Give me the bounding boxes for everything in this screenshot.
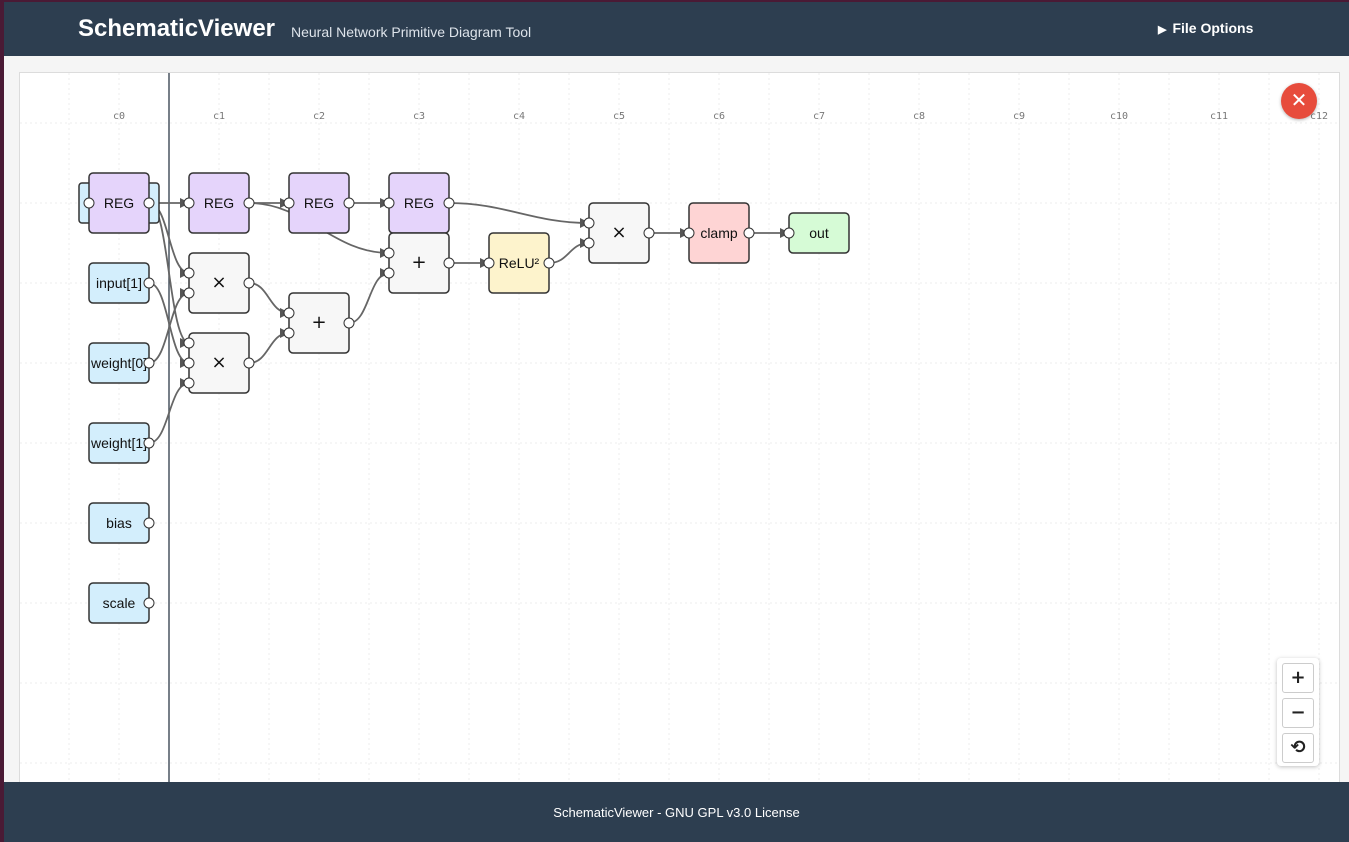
footer-text: SchematicViewer - GNU GPL v3.0 License	[553, 805, 800, 820]
input-port[interactable]	[283, 327, 295, 339]
column-label: c4	[513, 111, 525, 122]
node-reg2[interactable]: REG	[283, 172, 355, 234]
node-label: input[1]	[96, 275, 142, 291]
output-port[interactable]	[243, 357, 255, 369]
app-subtitle: Neural Network Primitive Diagram Tool	[291, 24, 532, 40]
column-label: c5	[613, 111, 625, 122]
column-label: c6	[713, 111, 725, 122]
diagram-canvas[interactable]: c0 c1 c2 c3 c4 c5 c6 c7 c8 c9 c10 c11 c12 REG input[1]…	[19, 72, 1340, 786]
triangle-right-icon: ▶	[1158, 24, 1167, 36]
zoom-in-button[interactable]: +	[1282, 663, 1314, 693]
input-port[interactable]	[483, 257, 495, 269]
output-port[interactable]	[143, 357, 155, 369]
input-port[interactable]	[583, 237, 595, 249]
node-scale[interactable]: scale	[88, 582, 155, 624]
output-port[interactable]	[143, 197, 155, 209]
node-mul1[interactable]: ×	[183, 252, 255, 314]
input-port[interactable]	[183, 267, 195, 279]
column-label: c8	[913, 111, 925, 122]
input-port[interactable]	[183, 197, 195, 209]
edge-add1-add2	[348, 268, 390, 324]
node-out[interactable]: out	[783, 212, 850, 254]
output-port[interactable]	[143, 437, 155, 449]
node-label: weight[0]	[90, 355, 147, 371]
node-label: REG	[304, 195, 334, 211]
node-label: clamp	[700, 225, 738, 241]
file-options-label: File Options	[1172, 20, 1254, 36]
output-port[interactable]	[443, 257, 455, 269]
output-port[interactable]	[343, 317, 355, 329]
output-port[interactable]	[143, 517, 155, 529]
output-port[interactable]	[343, 197, 355, 209]
node-label: ×	[211, 272, 226, 293]
zoom-out-button[interactable]: −	[1282, 698, 1314, 728]
app-window: SchematicViewer Neural Network Primitive…	[4, 2, 1349, 842]
node-label: +	[411, 252, 426, 273]
node-label: scale	[103, 595, 136, 611]
node-mul3[interactable]: ×	[583, 202, 655, 264]
input-port[interactable]	[783, 227, 795, 239]
node-weight1[interactable]: weight[1]	[88, 422, 155, 464]
node-label: ReLU²	[499, 255, 540, 271]
node-add1[interactable]: +	[283, 292, 355, 354]
node-input1[interactable]: input[1]	[88, 262, 155, 304]
input-port[interactable]	[183, 377, 195, 389]
node-reg1[interactable]: REG	[183, 172, 255, 234]
close-icon: ✕	[1290, 90, 1308, 112]
node-reg0[interactable]: REG	[78, 172, 160, 234]
output-port[interactable]	[143, 597, 155, 609]
close-button[interactable]: ✕	[1281, 83, 1317, 119]
app-title: SchematicViewer	[78, 15, 276, 42]
node-label: REG	[404, 195, 434, 211]
input-port[interactable]	[183, 287, 195, 299]
node-bias[interactable]: bias	[88, 502, 155, 544]
node-weight0[interactable]: weight[0]	[88, 342, 155, 384]
column-label: c9	[1013, 111, 1025, 122]
column-label: c1	[213, 111, 225, 122]
node-mul2[interactable]: ×	[183, 332, 255, 394]
schematic-diagram[interactable]: c0 c1 c2 c3 c4 c5 c6 c7 c8 c9 c10 c11 c12REGinput[1]…	[20, 73, 1339, 785]
column-label: c11	[1210, 111, 1228, 122]
column-label: c0	[113, 111, 125, 122]
node-label: ×	[211, 352, 226, 373]
input-port[interactable]	[383, 247, 395, 259]
reset-view-button[interactable]: ⟲	[1282, 733, 1314, 763]
column-label: c10	[1110, 111, 1128, 122]
node-clamp[interactable]: clamp	[683, 202, 755, 264]
node-relu[interactable]: ReLU²	[483, 232, 555, 294]
output-port[interactable]	[643, 227, 655, 239]
node-label: REG	[204, 195, 234, 211]
input-port[interactable]	[383, 267, 395, 279]
node-label: ×	[611, 222, 626, 243]
file-options-toggle[interactable]: ▶ File Options	[1158, 20, 1253, 36]
output-port[interactable]	[243, 277, 255, 289]
output-port[interactable]	[143, 277, 155, 289]
node-add2[interactable]: +	[383, 232, 455, 294]
input-port[interactable]	[183, 357, 195, 369]
input-port[interactable]	[183, 337, 195, 349]
node-label: REG	[104, 195, 134, 211]
input-port[interactable]	[83, 197, 95, 209]
column-label: c3	[413, 111, 425, 122]
column-label: c7	[813, 111, 825, 122]
zoom-controls: + − ⟲	[1277, 658, 1319, 766]
node-reg3[interactable]: REG	[383, 172, 455, 234]
input-port[interactable]	[583, 217, 595, 229]
output-port[interactable]	[243, 197, 255, 209]
column-label: c2	[313, 111, 325, 122]
output-port[interactable]	[743, 227, 755, 239]
input-port[interactable]	[383, 197, 395, 209]
output-port[interactable]	[543, 257, 555, 269]
header-bar: SchematicViewer Neural Network Primitive…	[4, 2, 1349, 56]
output-port[interactable]	[443, 197, 455, 209]
input-port[interactable]	[683, 227, 695, 239]
node-label: weight[1]	[90, 435, 147, 451]
input-port[interactable]	[283, 197, 295, 209]
node-label: bias	[106, 515, 132, 531]
node-label: +	[311, 312, 326, 333]
input-port[interactable]	[283, 307, 295, 319]
node-label: out	[809, 225, 829, 241]
footer-bar: SchematicViewer - GNU GPL v3.0 License	[4, 782, 1349, 842]
